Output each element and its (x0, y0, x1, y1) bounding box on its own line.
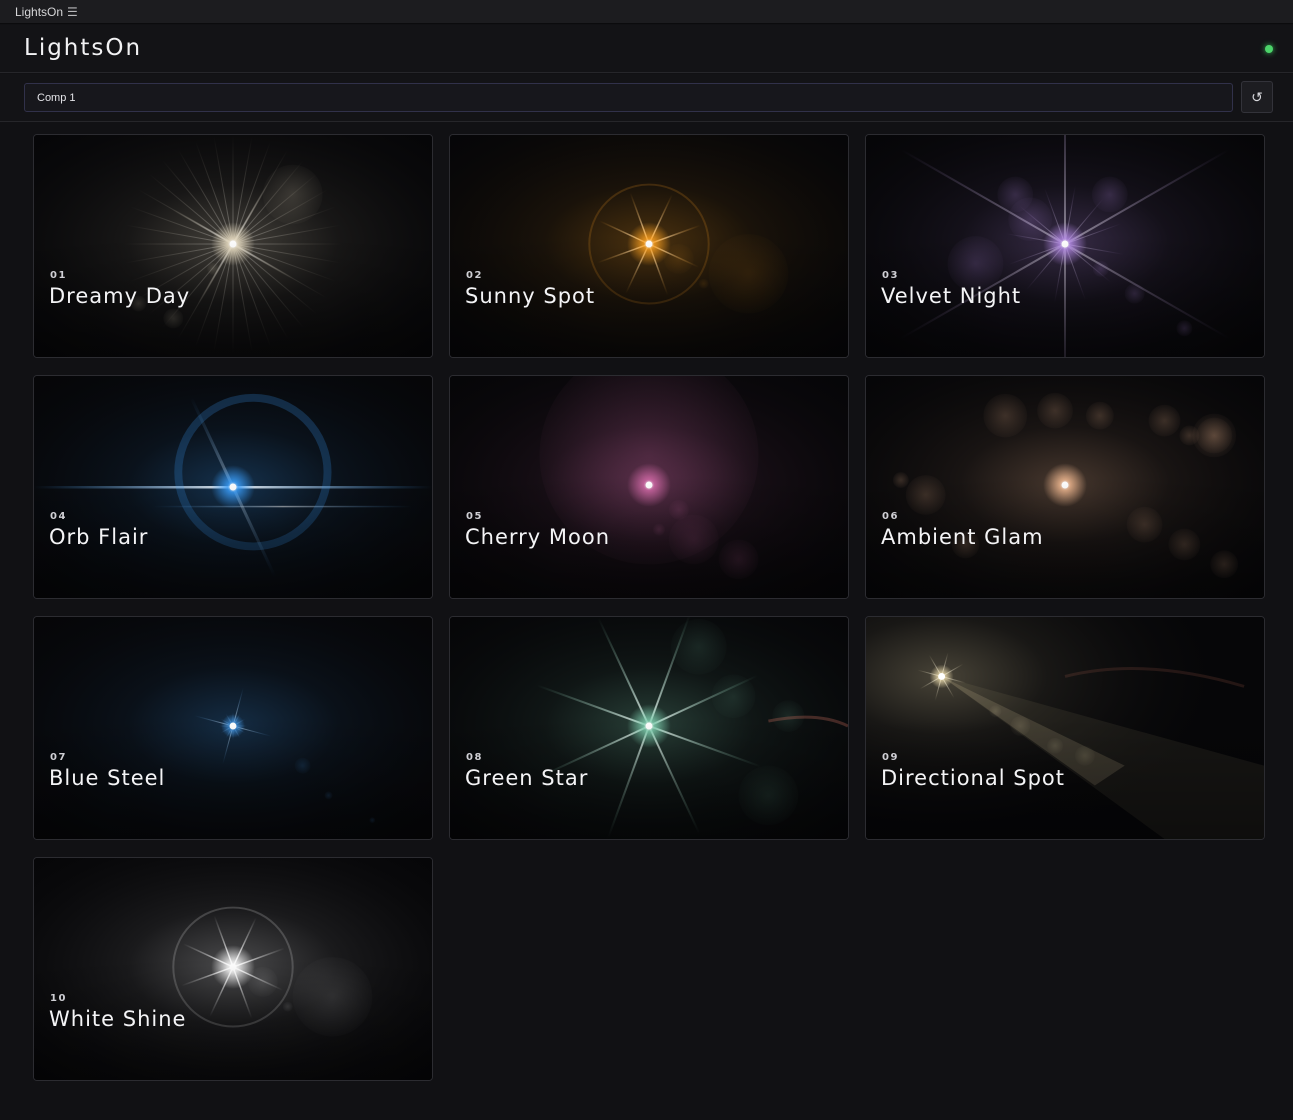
preset-name: Dreamy Day (49, 284, 191, 308)
preset-card[interactable]: 03 Velvet Night (865, 134, 1265, 358)
preset-card[interactable]: 08 Green Star (449, 616, 849, 840)
preset-number: 08 (466, 752, 483, 763)
preset-card[interactable]: 10 White Shine (33, 857, 433, 1081)
card-shade (866, 376, 1264, 598)
preset-number: 09 (882, 752, 899, 763)
preset-number: 01 (50, 270, 67, 281)
preset-card[interactable]: 02 Sunny Spot (449, 134, 849, 358)
preset-card[interactable]: 07 Blue Steel (33, 616, 433, 840)
preset-number: 07 (50, 752, 67, 763)
preset-card[interactable]: 05 Cherry Moon (449, 375, 849, 599)
window-titlebar: LightsOn ☰ (0, 0, 1293, 24)
preset-card[interactable]: 06 Ambient Glam (865, 375, 1265, 599)
preset-card[interactable]: 01 Dreamy Day (33, 134, 433, 358)
preset-card[interactable]: 09 Directional Spot (865, 616, 1265, 840)
preset-number: 05 (466, 511, 483, 522)
preset-number: 03 (882, 270, 899, 281)
card-shade (34, 135, 432, 357)
preset-name: Velvet Night (881, 284, 1022, 308)
preset-name: Cherry Moon (465, 525, 611, 549)
refresh-button[interactable]: ↺ (1241, 81, 1273, 113)
preset-number: 02 (466, 270, 483, 281)
card-shade (450, 376, 848, 598)
preset-grid: 01 Dreamy Day 02 Sunny Spot 03 Velvet Ni… (33, 134, 1265, 1081)
app-title: LightsOn (24, 35, 143, 61)
status-indicator (1265, 45, 1273, 53)
card-shade (866, 135, 1264, 357)
preset-number: 06 (882, 511, 899, 522)
preset-name: White Shine (49, 1007, 187, 1031)
window-title: LightsOn (15, 4, 64, 19)
card-shade (34, 617, 432, 839)
refresh-icon: ↺ (1251, 88, 1263, 105)
preset-number: 04 (50, 511, 67, 522)
hamburger-icon[interactable]: ☰ (67, 5, 78, 19)
preset-number: 10 (50, 993, 67, 1004)
card-shade (34, 376, 432, 598)
app-header: LightsOn (0, 25, 1293, 73)
preset-name: Directional Spot (881, 766, 1065, 790)
card-shade (866, 617, 1264, 839)
preset-name: Sunny Spot (465, 284, 596, 308)
toolbar: Comp 1 ↺ (0, 74, 1293, 122)
preset-name: Ambient Glam (881, 525, 1044, 549)
preset-name: Blue Steel (49, 766, 166, 790)
preset-name: Green Star (465, 766, 589, 790)
preset-name: Orb Flair (49, 525, 149, 549)
preset-card[interactable]: 04 Orb Flair (33, 375, 433, 599)
card-shade (34, 858, 432, 1080)
card-shade (450, 617, 848, 839)
composition-select[interactable]: Comp 1 (24, 83, 1233, 112)
card-shade (450, 135, 848, 357)
